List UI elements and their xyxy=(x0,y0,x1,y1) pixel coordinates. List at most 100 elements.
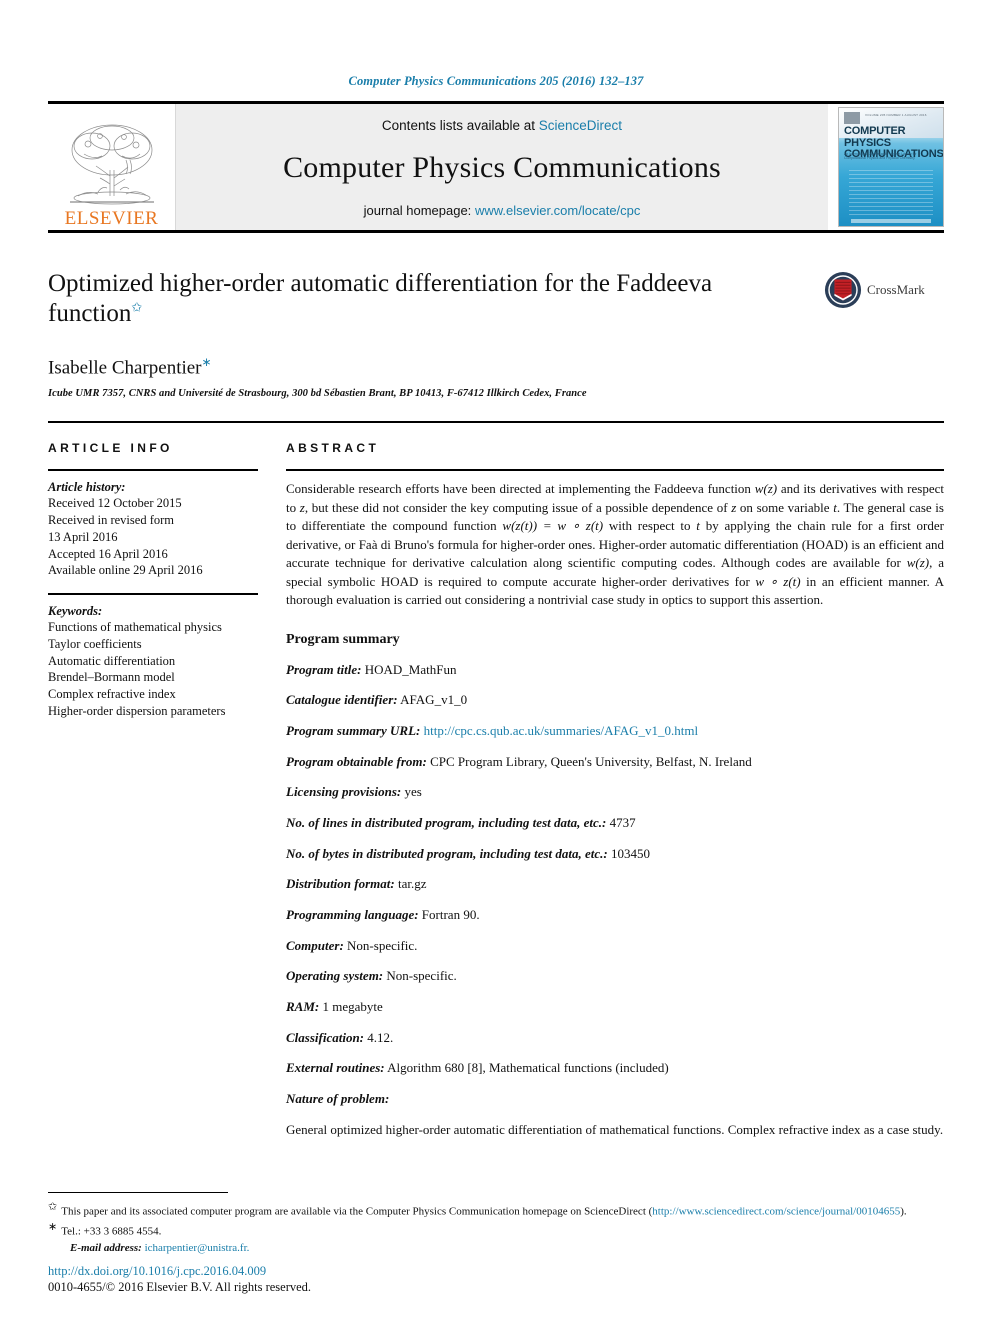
program-summary-row: Catalogue identifier: AFAG_v1_0 xyxy=(286,691,944,709)
program-summary-row: Program obtainable from: CPC Program Lib… xyxy=(286,753,944,771)
article-info-column: ARTICLE INFO Article history: Received 1… xyxy=(48,441,286,1139)
cover-issue-line: VOLUME 205 NUMBER 1 AUGUST 2016 xyxy=(865,113,927,117)
homepage-prefix: journal homepage: xyxy=(363,203,472,218)
article-info-heading: ARTICLE INFO xyxy=(48,441,173,456)
program-summary-row: Program summary URL: http://cpc.cs.qub.a… xyxy=(286,722,944,740)
paper-title-text: Optimized higher-order automatic differe… xyxy=(48,270,713,327)
journal-masthead: ELSEVIER Contents lists available at Sci… xyxy=(48,101,944,230)
journal-homepage-link[interactable]: www.elsevier.com/locate/cpc xyxy=(475,203,640,218)
keywords-label: Keywords: xyxy=(48,604,103,619)
program-row-key: Operating system: xyxy=(286,968,384,984)
program-row-key: Classification: xyxy=(286,1029,365,1045)
footnote-email: E-mail address: icharpentier@unistra.fr. xyxy=(48,1241,944,1257)
footnotes-block: ✩ This paper and its associated computer … xyxy=(48,1191,944,1257)
doi-block: http://dx.doi.org/10.1016/j.cpc.2016.04.… xyxy=(48,1264,311,1295)
abstract-math: w(z(t)) = w ∘ z(t) xyxy=(502,518,604,534)
keyword-item: Taylor coefficients xyxy=(48,636,142,651)
cover-elsevier-mark-icon xyxy=(844,112,860,124)
masthead-bottom-rule xyxy=(48,230,944,233)
contents-prefix: Contents lists available at xyxy=(381,118,536,133)
elsevier-tree-icon xyxy=(69,124,154,205)
program-row-value: Non-specific. xyxy=(386,968,457,984)
program-row-value: Fortran 90. xyxy=(421,906,480,922)
abstract-frag: with respect to xyxy=(603,518,697,534)
abstract-math: w ∘ z(t) xyxy=(755,573,801,589)
article-history-group: Article history: Received 12 October 201… xyxy=(48,480,258,579)
article-history-item: Received in revised form xyxy=(48,513,174,528)
program-summary-row: Operating system: Non-specific. xyxy=(286,967,944,985)
program-row-value: 103450 xyxy=(611,845,651,861)
keyword-item: Functions of mathematical physics xyxy=(48,620,222,635)
paper-page: Computer Physics Communications 205 (201… xyxy=(0,0,992,1323)
program-row-key: Distribution format: xyxy=(286,876,395,892)
doi-link[interactable]: http://dx.doi.org/10.1016/j.cpc.2016.04.… xyxy=(48,1264,311,1279)
abstract-math: w(z) xyxy=(754,481,778,497)
keyword-item: Complex refractive index xyxy=(48,687,176,702)
footnote-star-mark: ✩ xyxy=(48,1200,58,1213)
author-line: Isabelle Charpentier∗ xyxy=(48,355,806,379)
program-summary-row: No. of bytes in distributed program, inc… xyxy=(286,845,944,863)
footnote-tel: ∗ Tel.: +33 3 6885 4554. xyxy=(48,1220,944,1241)
affiliation: Icube UMR 7357, CNRS and Université de S… xyxy=(48,388,587,400)
title-footnote-mark[interactable]: ✩ xyxy=(131,300,142,315)
article-history-item: Accepted 16 April 2016 xyxy=(48,546,168,561)
program-row-key: External routines: xyxy=(286,1060,385,1076)
program-summary-heading: Program summary xyxy=(286,631,400,647)
author-footnote-mark[interactable]: ∗ xyxy=(202,355,212,369)
program-summary-row: External routines: Algorithm 680 [8], Ma… xyxy=(286,1059,944,1077)
program-summary-row: Classification: 4.12. xyxy=(286,1029,944,1047)
footnote-star: ✩ This paper and its associated computer … xyxy=(48,1200,944,1221)
elsevier-logo: ELSEVIER xyxy=(48,104,176,230)
program-row-value: tar.gz xyxy=(397,876,427,892)
program-summary-url-link[interactable]: http://cpc.cs.qub.ac.uk/summaries/AFAG_v… xyxy=(424,723,699,738)
copyright-line: 0010-4655/© 2016 Elsevier B.V. All right… xyxy=(48,1280,312,1294)
keyword-item: Automatic differentiation xyxy=(48,653,176,668)
program-row-value: Algorithm 680 [8], Mathematical function… xyxy=(387,1060,669,1076)
article-history-item: Received 12 October 2015 xyxy=(48,496,182,511)
article-history-item: Available online 29 April 2016 xyxy=(48,563,203,578)
article-history-label: Article history: xyxy=(48,480,126,495)
program-summary-row: No. of lines in distributed program, inc… xyxy=(286,814,944,832)
sciencedirect-link[interactable]: ScienceDirect xyxy=(539,118,622,133)
cover-texture xyxy=(849,170,933,215)
program-row-key: Licensing provisions: xyxy=(286,784,402,800)
sciencedirect-journal-link[interactable]: http://www.sciencedirect.com/science/jou… xyxy=(652,1206,900,1218)
program-row-key: No. of lines in distributed program, inc… xyxy=(286,814,607,830)
program-row-key: Program title: xyxy=(286,661,362,677)
program-summary-row: Nature of problem: xyxy=(286,1090,944,1108)
article-info-rule xyxy=(48,469,258,472)
crossmark-label: CrossMark xyxy=(867,282,925,297)
program-row-key: RAM: xyxy=(286,998,320,1014)
abstract-heading: ABSTRACT xyxy=(286,441,380,456)
crossmark-badge-container[interactable]: CrossMark xyxy=(824,269,944,309)
abstract-frag: on some variable xyxy=(736,499,834,515)
journal-title: Computer Physics Communications xyxy=(283,151,721,184)
program-row-key: Computer: xyxy=(286,937,344,953)
program-row-value: yes xyxy=(404,784,422,800)
page-title: Optimized higher-order automatic differe… xyxy=(48,269,788,329)
abstract-rule xyxy=(286,469,944,472)
footnote-tel-mark: ∗ xyxy=(48,1221,58,1234)
journal-homepage-line: journal homepage: www.elsevier.com/locat… xyxy=(364,203,641,218)
footnote-paren-close: ). xyxy=(900,1205,907,1218)
running-head: Computer Physics Communications 205 (201… xyxy=(348,74,644,88)
cover-title-line1: COMPUTER PHYSICS xyxy=(844,125,906,149)
program-row-key: No. of bytes in distributed program, inc… xyxy=(286,845,608,861)
title-main: Optimized higher-order automatic differe… xyxy=(48,269,824,399)
program-row-key: Nature of problem: xyxy=(286,1090,390,1106)
title-block: Optimized higher-order automatic differe… xyxy=(48,269,944,399)
program-row-key: Programming language: xyxy=(286,906,419,922)
abstract-text: Considerable research efforts have been … xyxy=(286,480,944,609)
program-row-value: AFAG_v1_0 xyxy=(400,692,468,708)
author-email-link[interactable]: icharpentier@unistra.fr. xyxy=(145,1242,250,1254)
program-row-value: HOAD_MathFun xyxy=(364,661,457,677)
program-summary-row: RAM: 1 megabyte xyxy=(286,998,944,1016)
keyword-item: Brendel–Bormann model xyxy=(48,670,175,685)
abstract-frag: Considerable research efforts have been … xyxy=(286,481,755,497)
article-history-item: 13 April 2016 xyxy=(48,529,118,544)
abstract-math: w(z) xyxy=(906,555,930,571)
program-summary-row: Programming language: Fortran 90. xyxy=(286,906,944,924)
footnote-rule xyxy=(48,1191,228,1193)
program-row-key: Catalogue identifier: xyxy=(286,692,398,708)
content-columns: ARTICLE INFO Article history: Received 1… xyxy=(48,441,944,1139)
